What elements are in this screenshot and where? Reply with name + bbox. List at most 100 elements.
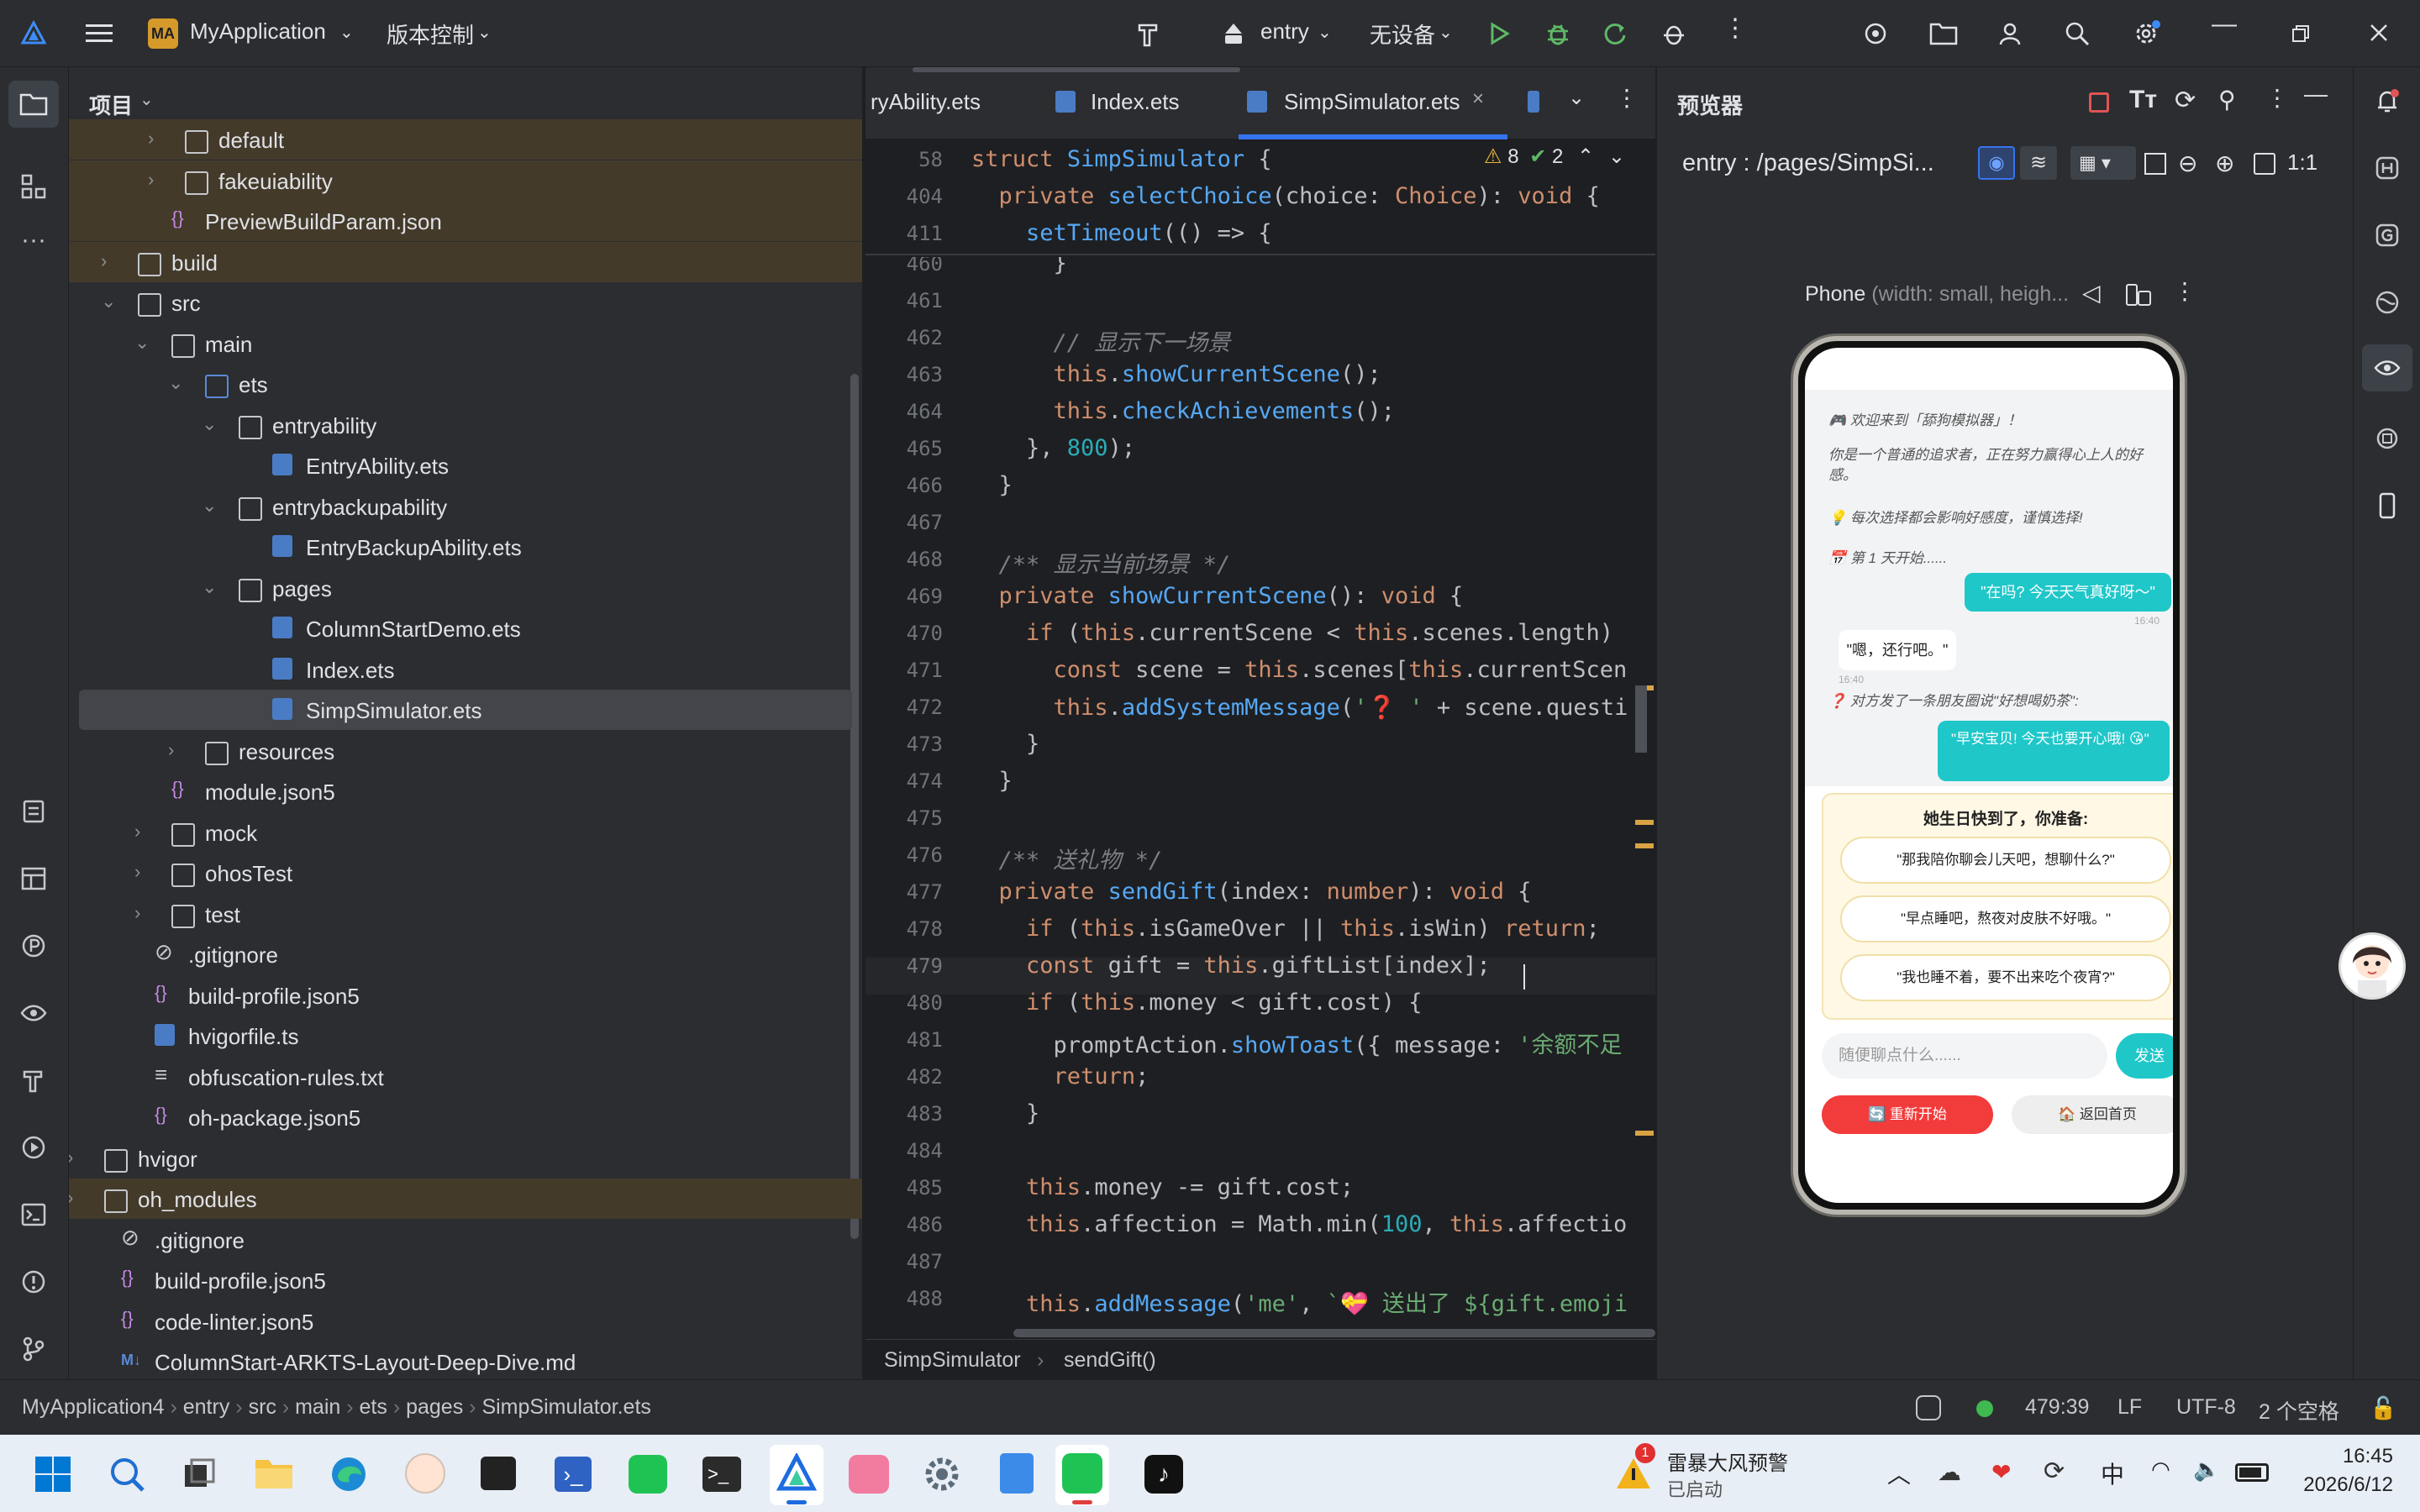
warning-marker[interactable] [1635,820,1654,825]
folder-sync-icon[interactable] [1928,18,1960,49]
device-selector[interactable]: 无设备 [1370,18,1435,50]
status-ok-icon[interactable] [1976,1400,1993,1417]
code-line[interactable]: 462 // 显示下一场景 [865,319,1655,356]
warning-marker[interactable] [1635,685,1647,753]
tree-item[interactable]: › test [69,894,862,934]
code-line[interactable]: 483 } [865,1095,1655,1132]
lock-icon[interactable]: 🔓 [2370,1395,2396,1421]
wifi-icon[interactable]: ◠ [2151,1457,2170,1483]
assistant-g-icon[interactable] [2370,218,2404,252]
clock-time[interactable]: 16:45 [2309,1445,2393,1468]
prev-highlight-icon[interactable]: ⌃ [1577,145,1594,168]
more-actions-icon[interactable]: ⋮ [1723,13,1748,43]
deveco-logo-icon[interactable] [18,18,49,49]
chevron-down-icon[interactable]: ⌄ [202,576,222,597]
rotate-icon[interactable]: ◁ [2082,279,2101,307]
fullscreen-icon[interactable] [2254,153,2275,175]
harmony-h-icon[interactable] [2370,151,2404,185]
tree-item[interactable]: › ohosTest [69,853,862,893]
tree-item[interactable]: {} build-profile.json5 [69,975,862,1016]
taskbar-search-icon[interactable] [108,1455,146,1494]
chevron-down-icon[interactable]: ⌄ [168,372,188,393]
code-line[interactable]: 463 this.showCurrentScene(); [865,356,1655,393]
tiktok-icon[interactable]: ♪ [1144,1455,1183,1494]
tray-app-icon[interactable]: ❤ [1991,1458,2011,1486]
multi-device-dropdown[interactable]: ▦ ▾ [2070,146,2136,180]
hscrollbar[interactable] [1013,1329,1655,1337]
code-line[interactable]: 487 [865,1243,1655,1280]
choice-button[interactable]: "那我陪你聊会儿天吧，想聊什么?" [1840,837,2171,884]
code-line[interactable]: 469 private showCurrentScene(): void { [865,578,1655,615]
code-line[interactable]: 488 this.addMessage('me', `💝 送出了 ${gift.… [865,1280,1655,1317]
tree-item[interactable]: {} module.json5 [69,771,862,811]
task-view-icon[interactable] [182,1457,217,1492]
code-line[interactable]: 484 [865,1132,1655,1169]
chevron-down-icon[interactable]: ⌄ [139,89,154,110]
chevron-right-icon[interactable]: › [69,1147,87,1168]
chevron-right-icon[interactable]: › [101,250,121,271]
device-manager-icon[interactable] [1860,18,1891,49]
minimize-window-icon[interactable]: — [2212,10,2237,39]
run-config-selector[interactable]: entry [1260,18,1309,45]
layers-icon[interactable]: ≋ [2020,146,2057,180]
chevron-down-icon[interactable]: ⌄ [202,413,222,434]
chevron-right-icon[interactable]: › [134,902,155,923]
chevron-right-icon[interactable]: › [134,821,155,842]
project-panel-title[interactable]: 项目 [89,89,133,120]
chevron-right-icon[interactable]: › [168,739,188,760]
battery-icon[interactable] [2235,1463,2269,1482]
main-menu-icon[interactable] [84,18,114,49]
tray-sync-icon[interactable]: ⟳ [2044,1457,2065,1486]
tray-chevron-icon[interactable]: ︿ [1887,1457,1911,1490]
powershell-icon[interactable]: ›_ [555,1457,592,1492]
problems-icon[interactable] [17,1265,50,1299]
chevron-right-icon[interactable]: › [148,128,168,149]
hot-reload-icon[interactable] [1600,18,1630,49]
deveco-taskbar-icon[interactable] [770,1445,823,1505]
tree-item[interactable]: ⌄ entrybackupability [69,486,862,527]
zoom-out-icon[interactable]: ⊖ [2178,150,2197,177]
tab-index[interactable]: Index.ets [1091,89,1180,115]
bilibili-icon[interactable] [849,1455,889,1494]
code-line[interactable]: 475 [865,800,1655,837]
warning-marker[interactable] [1635,843,1654,848]
restart-button[interactable]: 🔄 重新开始 [1822,1095,1993,1134]
fit-icon[interactable] [2144,153,2166,175]
choice-button[interactable]: "早点睡吧，熬夜对皮肤不好哦。" [1840,895,2171,942]
code-line[interactable]: 464 this.checkAchievements(); [865,393,1655,430]
indent-setting[interactable]: 2 个空格 [2259,1395,2339,1425]
actual-size-icon[interactable]: 1:1 [2287,150,2317,176]
notepad-icon[interactable] [1000,1453,1034,1494]
send-button[interactable]: 发送 [2116,1033,2173,1079]
code-body[interactable]: 460 } 461 462 // 显示下一场景 463 this.showCurren… [865,257,1655,1341]
git-icon[interactable] [17,1332,50,1366]
close-tab-icon[interactable]: × [1472,87,1484,111]
device-more-icon[interactable]: ⋮ [2173,277,2196,305]
edge-browser-icon[interactable] [329,1455,368,1494]
code-line[interactable]: 472 this.addSystemMessage('❓ ' + scene.q… [865,689,1655,726]
account-icon[interactable] [1995,18,2025,49]
file-explorer-icon[interactable] [254,1455,294,1494]
tree-item[interactable]: SimpSimulator.ets [79,690,852,730]
debug-icon[interactable] [1543,18,1573,49]
device-switch-icon[interactable] [2126,284,2138,306]
status-path-segment[interactable]: SimpSimulator.ets [481,1395,650,1419]
cursor-position[interactable]: 479:39 [2025,1395,2089,1420]
terminal-app-icon[interactable]: >_ [702,1457,741,1492]
code-line[interactable]: 461 [865,282,1655,319]
chevron-right-icon[interactable]: › [148,169,168,190]
close-window-icon[interactable] [2366,20,2391,45]
code-line[interactable]: 479 const gift = this.giftList[index]; [865,948,1655,984]
tree-item[interactable]: › oh_modules [69,1179,862,1219]
tree-item[interactable]: hvigorfile.ts [69,1016,862,1056]
tree-item[interactable]: {} build-profile.json5 [69,1260,862,1300]
preview-route[interactable]: entry : /pages/SimpSi... [1682,150,1934,177]
status-path-segment[interactable]: MyApplication4 [22,1395,165,1419]
next-highlight-icon[interactable]: ⌄ [1608,145,1625,168]
project-tool-button[interactable] [8,81,59,128]
notifications-bell-icon[interactable] [2370,84,2404,118]
tree-item[interactable]: ⌄ ets [69,364,862,404]
inspector-pin-icon[interactable]: ⚲ [2218,86,2236,113]
code-line[interactable]: 470 if (this.currentScene < this.scenes.… [865,615,1655,652]
preview-more-icon[interactable]: ⋮ [2265,84,2289,112]
